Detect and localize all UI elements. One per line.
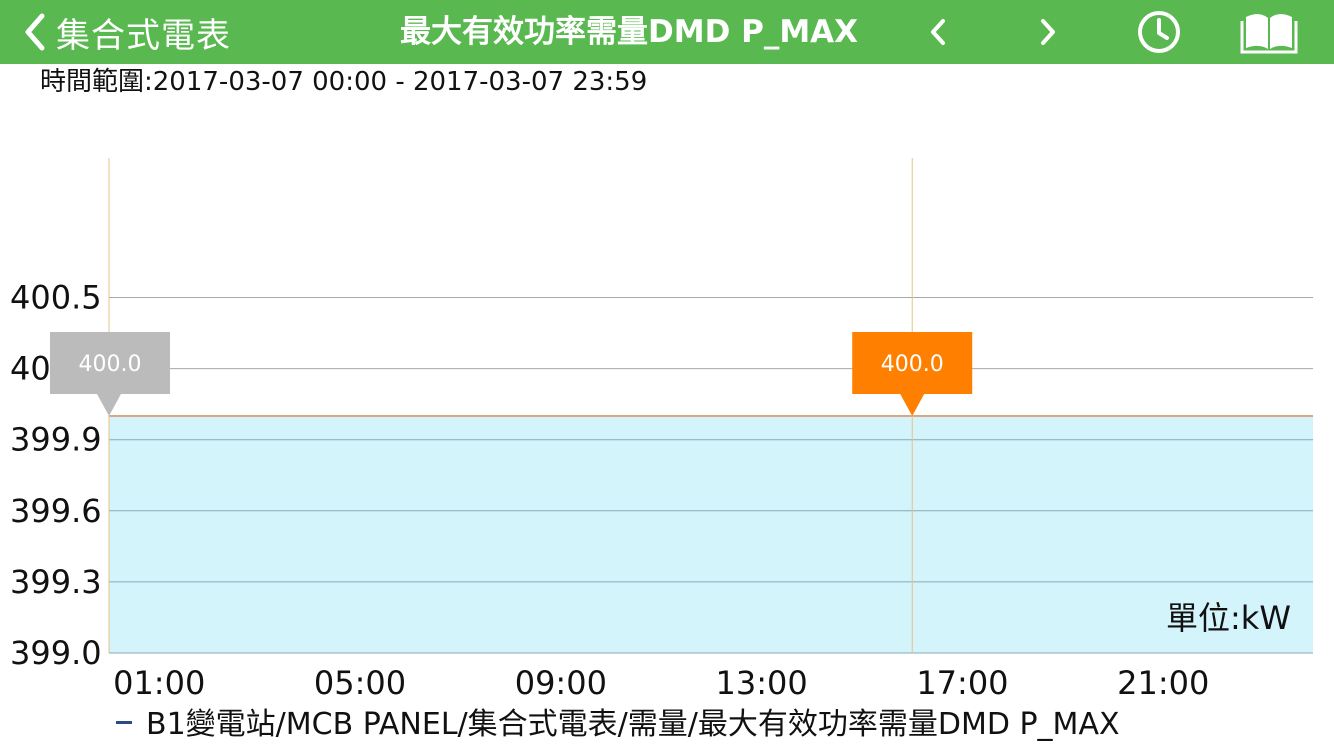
y-tick-label: 399.9 — [10, 421, 102, 459]
time-range-label: 時間範圍: — [40, 67, 153, 97]
y-tick-label: 399.3 — [10, 563, 102, 601]
x-tick-label: 17:00 — [916, 664, 1008, 702]
unit-label: 單位:kW — [1166, 599, 1291, 637]
y-tick-label: 399.6 — [10, 492, 102, 530]
y-tick-label: 399.0 — [10, 634, 102, 672]
y-tick-label: 40 — [10, 350, 51, 388]
time-range-value: 2017-03-07 00:00 - 2017-03-07 23:59 — [152, 67, 648, 97]
back-label: 集合式電表 — [56, 15, 231, 56]
value-marker-label: 400.0 — [79, 352, 142, 377]
top-bar: 集合式電表 最大有效功率需量DMD P_MAX — [0, 0, 1334, 64]
x-tick-label: 09:00 — [515, 664, 607, 702]
legend-swatch — [116, 721, 132, 724]
value-marker-label: 400.0 — [881, 352, 944, 377]
x-tick-label: 05:00 — [314, 664, 406, 702]
back-button[interactable]: 集合式電表 — [20, 8, 231, 56]
history-button[interactable] — [1134, 7, 1184, 57]
book-icon — [1240, 14, 1298, 54]
chevron-left-icon — [25, 13, 45, 51]
clock-icon — [1138, 11, 1180, 53]
manual-button[interactable] — [1240, 9, 1298, 55]
legend-label: B1變電站/MCB PANEL/集合式電表/需量/最大有效功率需量DMD P_M… — [146, 707, 1120, 742]
next-button[interactable] — [1030, 14, 1066, 50]
chart-legend: B1變電站/MCB PANEL/集合式電表/需量/最大有效功率需量DMD P_M… — [116, 705, 1120, 745]
demand-chart: 399.0 399.3 399.6 399.9 40 400.5 01:00 05:00 09:… — [10, 158, 1313, 702]
prev-button[interactable] — [920, 14, 956, 50]
x-tick-label: 21:00 — [1117, 664, 1209, 702]
x-tick-label: 01:00 — [113, 664, 205, 702]
page-title: 最大有效功率需量DMD P_MAX — [400, 14, 859, 50]
series-area — [109, 416, 1313, 653]
chevron-right-icon — [1041, 19, 1055, 45]
time-range: 時間範圍:2017-03-07 00:00 - 2017-03-07 23:59 — [40, 64, 647, 100]
y-tick-label: 400.5 — [10, 279, 102, 317]
x-tick-label: 13:00 — [716, 664, 808, 702]
chevron-left-icon — [931, 19, 945, 45]
